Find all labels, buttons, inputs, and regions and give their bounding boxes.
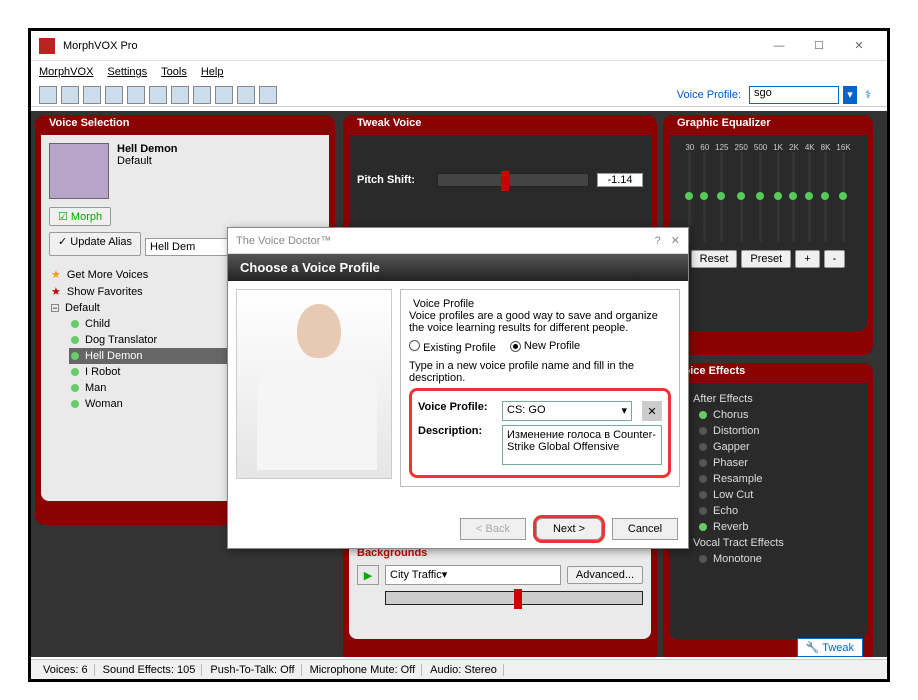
toolbar-icon-11[interactable] xyxy=(259,86,277,104)
fx-resample[interactable]: Resample xyxy=(697,471,859,487)
background-play-button[interactable]: ▶ xyxy=(357,565,379,585)
menu-settings[interactable]: Settings xyxy=(107,66,147,78)
eq-band-1k[interactable] xyxy=(777,152,780,242)
menubar: MorphVOX Settings Tools Help xyxy=(31,61,887,83)
eq-band-8k[interactable] xyxy=(824,152,827,242)
fx-echo[interactable]: Echo xyxy=(697,503,859,519)
fx-vocal-tract[interactable]: −Vocal Tract Effects xyxy=(677,535,859,551)
voice-profile-label: Voice Profile: xyxy=(677,89,741,101)
status-voices: Voices: 6 xyxy=(37,664,95,676)
effects-tweak-button[interactable]: 🔧 Tweak xyxy=(797,638,863,639)
vp-field-input[interactable]: CS: GO▾ xyxy=(502,401,632,421)
status-mic: Microphone Mute: Off xyxy=(304,664,423,676)
fx-chorus[interactable]: Chorus xyxy=(697,407,859,423)
menu-morphvox[interactable]: MorphVOX xyxy=(39,66,93,78)
toolbar-icon-10[interactable] xyxy=(237,86,255,104)
dialog-heading: Choose a Voice Profile xyxy=(228,254,688,281)
toolbar-icon-9[interactable] xyxy=(215,86,233,104)
toolbar-icon-2[interactable] xyxy=(61,86,79,104)
highlight-profile-fields: Voice Profile: CS: GO▾ ✕ Description: Из… xyxy=(409,388,671,478)
voice-thumbnail xyxy=(49,143,109,199)
voice-profile-wand-icon[interactable]: ⚕ xyxy=(865,88,879,101)
radio-new-profile[interactable]: New Profile xyxy=(510,340,580,354)
desc-field-input[interactable]: Изменение голоса в Counter-Strike Global… xyxy=(502,425,662,465)
toolbar-icon-7[interactable] xyxy=(171,86,189,104)
panel-voice-effects: Voice Effects −After Effects Chorus Dist… xyxy=(663,363,873,657)
current-voice-name: Hell Demon xyxy=(117,143,178,155)
toolbar-icon-6[interactable] xyxy=(149,86,167,104)
eq-minus[interactable]: - xyxy=(824,250,846,268)
pitch-label: Pitch Shift: xyxy=(357,174,429,186)
panel-equalizer: Graphic Equalizer 30 60 125 250 500 1K 2… xyxy=(663,115,873,355)
toolbar-icon-8[interactable] xyxy=(193,86,211,104)
toolbar-icon-4[interactable] xyxy=(105,86,123,104)
toolbar: Voice Profile: sgo ▾ ⚕ xyxy=(31,83,887,107)
app-icon xyxy=(39,38,55,54)
pitch-slider[interactable] xyxy=(437,173,589,187)
status-sfx: Sound Effects: 105 xyxy=(97,664,203,676)
dialog-next-button[interactable]: Next > xyxy=(536,518,602,540)
eq-reset[interactable]: Reset xyxy=(691,250,738,268)
eq-band-16k[interactable] xyxy=(842,152,845,242)
panel-title: Voice Selection xyxy=(49,117,130,129)
background-combo[interactable]: City Traffic▾ xyxy=(385,565,561,585)
eq-band-250[interactable] xyxy=(740,152,743,242)
eq-grid: 30 60 125 250 500 1K 2K 4K 8K 16K xyxy=(677,143,859,242)
desc-field-label: Description: xyxy=(418,425,496,437)
voice-profile-combo[interactable]: sgo xyxy=(749,86,839,104)
fx-lowcut[interactable]: Low Cut xyxy=(697,487,859,503)
dialog-type-hint: Type in a new voice profile name and fil… xyxy=(409,360,671,384)
dialog-cancel-button[interactable]: Cancel xyxy=(612,518,678,540)
window-title: MorphVOX Pro xyxy=(63,40,759,52)
fieldset-legend: Voice Profile xyxy=(409,298,478,310)
fx-gapper[interactable]: Gapper xyxy=(697,439,859,455)
toolbar-icon-3[interactable] xyxy=(83,86,101,104)
eq-preset[interactable]: Preset xyxy=(741,250,791,268)
status-ptt: Push-To-Talk: Off xyxy=(204,664,301,676)
panel-title: Graphic Equalizer xyxy=(677,117,771,129)
background-volume-slider[interactable] xyxy=(385,591,643,605)
eq-band-2k[interactable] xyxy=(792,152,795,242)
dialog-doctor-image xyxy=(236,289,392,479)
dialog-back-button[interactable]: < Back xyxy=(460,518,526,540)
voice-profile-dropdown-icon[interactable]: ▾ xyxy=(843,86,857,104)
background-advanced-button[interactable]: Advanced... xyxy=(567,566,643,584)
eq-band-4k[interactable] xyxy=(808,152,811,242)
fx-distortion[interactable]: Distortion xyxy=(697,423,859,439)
toolbar-icon-1[interactable] xyxy=(39,86,57,104)
minimize-button[interactable]: — xyxy=(759,31,799,61)
eq-plus[interactable]: + xyxy=(795,250,819,268)
dialog-close-icon[interactable]: ✕ xyxy=(671,234,680,247)
maximize-button[interactable]: ☐ xyxy=(799,31,839,61)
fx-reverb[interactable]: Reverb xyxy=(697,519,859,535)
radio-existing-profile[interactable]: Existing Profile xyxy=(409,340,496,354)
dialog-help-icon[interactable]: ? xyxy=(655,235,661,247)
eq-band-125[interactable] xyxy=(720,152,723,242)
fx-phaser[interactable]: Phaser xyxy=(697,455,859,471)
voice-doctor-dialog: The Voice Doctor™ ? ✕ Choose a Voice Pro… xyxy=(227,227,689,549)
eq-band-60[interactable] xyxy=(703,152,706,242)
close-button[interactable]: ✕ xyxy=(839,31,879,61)
dialog-intro-text: Voice profiles are a good way to save an… xyxy=(409,310,671,334)
vp-field-label: Voice Profile: xyxy=(418,401,496,413)
statusbar: Voices: 6 Sound Effects: 105 Push-To-Tal… xyxy=(31,659,887,679)
fx-after-effects[interactable]: −After Effects xyxy=(677,391,859,407)
vp-delete-button[interactable]: ✕ xyxy=(642,401,662,421)
toolbar-icon-5[interactable] xyxy=(127,86,145,104)
menu-tools[interactable]: Tools xyxy=(161,66,187,78)
dialog-title: The Voice Doctor™ xyxy=(236,235,331,247)
status-audio: Audio: Stereo xyxy=(424,664,504,676)
morph-button[interactable]: ☑ Morph xyxy=(49,207,111,226)
update-alias-button[interactable]: ✓ Update Alias xyxy=(49,232,141,256)
fx-monotone[interactable]: Monotone xyxy=(697,551,859,567)
pitch-value[interactable]: -1.14 xyxy=(597,173,643,187)
current-voice-sub: Default xyxy=(117,155,178,167)
panel-title: Tweak Voice xyxy=(357,117,421,129)
menu-help[interactable]: Help xyxy=(201,66,224,78)
titlebar: MorphVOX Pro — ☐ ✕ xyxy=(31,31,887,61)
eq-band-500[interactable] xyxy=(759,152,762,242)
